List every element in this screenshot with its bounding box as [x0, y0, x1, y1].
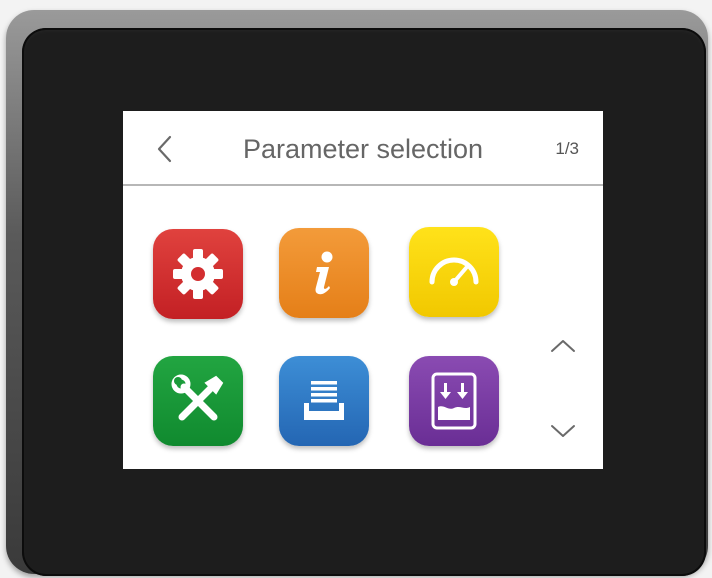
import-download-icon: [431, 372, 477, 430]
archive-tile[interactable]: [279, 356, 369, 446]
page-indicator: 1/3: [555, 139, 579, 158]
tools-tile[interactable]: [153, 356, 243, 446]
touch-screen: Parameter selection 1/3: [123, 111, 603, 469]
tools-icon: [171, 374, 224, 421]
info-tile[interactable]: [279, 228, 369, 318]
import-tile[interactable]: [409, 356, 499, 446]
header-bar: Parameter selection 1/3: [123, 111, 603, 186]
archive-tray-icon: [304, 381, 344, 420]
scroll-down-button[interactable]: [545, 416, 581, 446]
back-button[interactable]: [147, 131, 183, 167]
chevron-left-icon: [157, 135, 172, 163]
settings-tile[interactable]: [153, 229, 243, 319]
chevron-up-icon: [551, 340, 575, 352]
info-icon: [315, 251, 333, 295]
scroll-up-button[interactable]: [545, 331, 581, 361]
chevron-down-icon: [551, 425, 575, 437]
page-title: Parameter selection: [242, 134, 484, 164]
gauge-tile[interactable]: [409, 227, 499, 317]
gear-icon: [173, 249, 223, 299]
gauge-icon: [429, 257, 479, 286]
